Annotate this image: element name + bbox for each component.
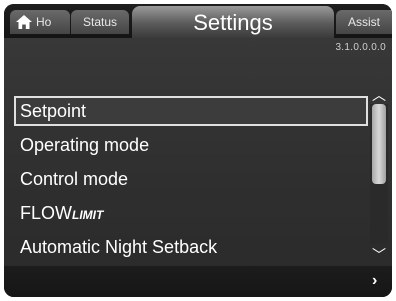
menu-item-label: Automatic Night Setback	[20, 237, 218, 257]
settings-list: Setpoint Operating mode Control mode FLO…	[14, 92, 368, 260]
tab-assist-label: Assist	[348, 15, 381, 29]
menu-item-automatic-night-setback[interactable]: Automatic Night Setback	[14, 232, 368, 262]
menu-item-label: FLOW	[20, 203, 72, 223]
menu-item-suffix: LIMIT	[72, 208, 104, 222]
chevron-right-icon[interactable]: ›	[372, 273, 377, 289]
tab-settings[interactable]: Settings	[132, 6, 334, 38]
display-screen: Ho Status Settings Assist 3.1.0.0.0.0 Se…	[4, 4, 392, 297]
scrollbar[interactable]	[370, 104, 388, 244]
menu-item-control-mode[interactable]: Control mode	[14, 164, 368, 194]
page-title: Settings	[193, 10, 273, 35]
menu-item-label: Control mode	[20, 169, 129, 189]
tab-status-label: Status	[82, 15, 118, 29]
scrollbar-thumb[interactable]	[372, 104, 386, 184]
chevron-up-icon[interactable]: ︿	[372, 88, 386, 102]
home-icon	[16, 15, 32, 29]
tab-status[interactable]: Status	[71, 10, 129, 34]
tab-home-label: Ho	[36, 15, 52, 29]
chevron-down-icon[interactable]: ﹀	[372, 248, 386, 262]
menu-item-flowlimit[interactable]: FLOWLIMIT	[14, 198, 368, 228]
menu-item-label: Operating mode	[20, 135, 150, 155]
menu-item-label: Setpoint	[20, 101, 87, 121]
menu-item-operating-mode[interactable]: Operating mode	[14, 130, 368, 160]
menu-item-setpoint[interactable]: Setpoint	[14, 96, 368, 126]
top-bar: Ho Status Settings Assist	[4, 4, 392, 38]
tab-home[interactable]: Ho	[10, 10, 70, 34]
bottom-bar	[4, 266, 392, 297]
tab-assist[interactable]: Assist	[336, 10, 392, 34]
device-bezel: Ho Status Settings Assist 3.1.0.0.0.0 Se…	[4, 4, 392, 297]
menu-number: 3.1.0.0.0.0	[335, 42, 386, 53]
